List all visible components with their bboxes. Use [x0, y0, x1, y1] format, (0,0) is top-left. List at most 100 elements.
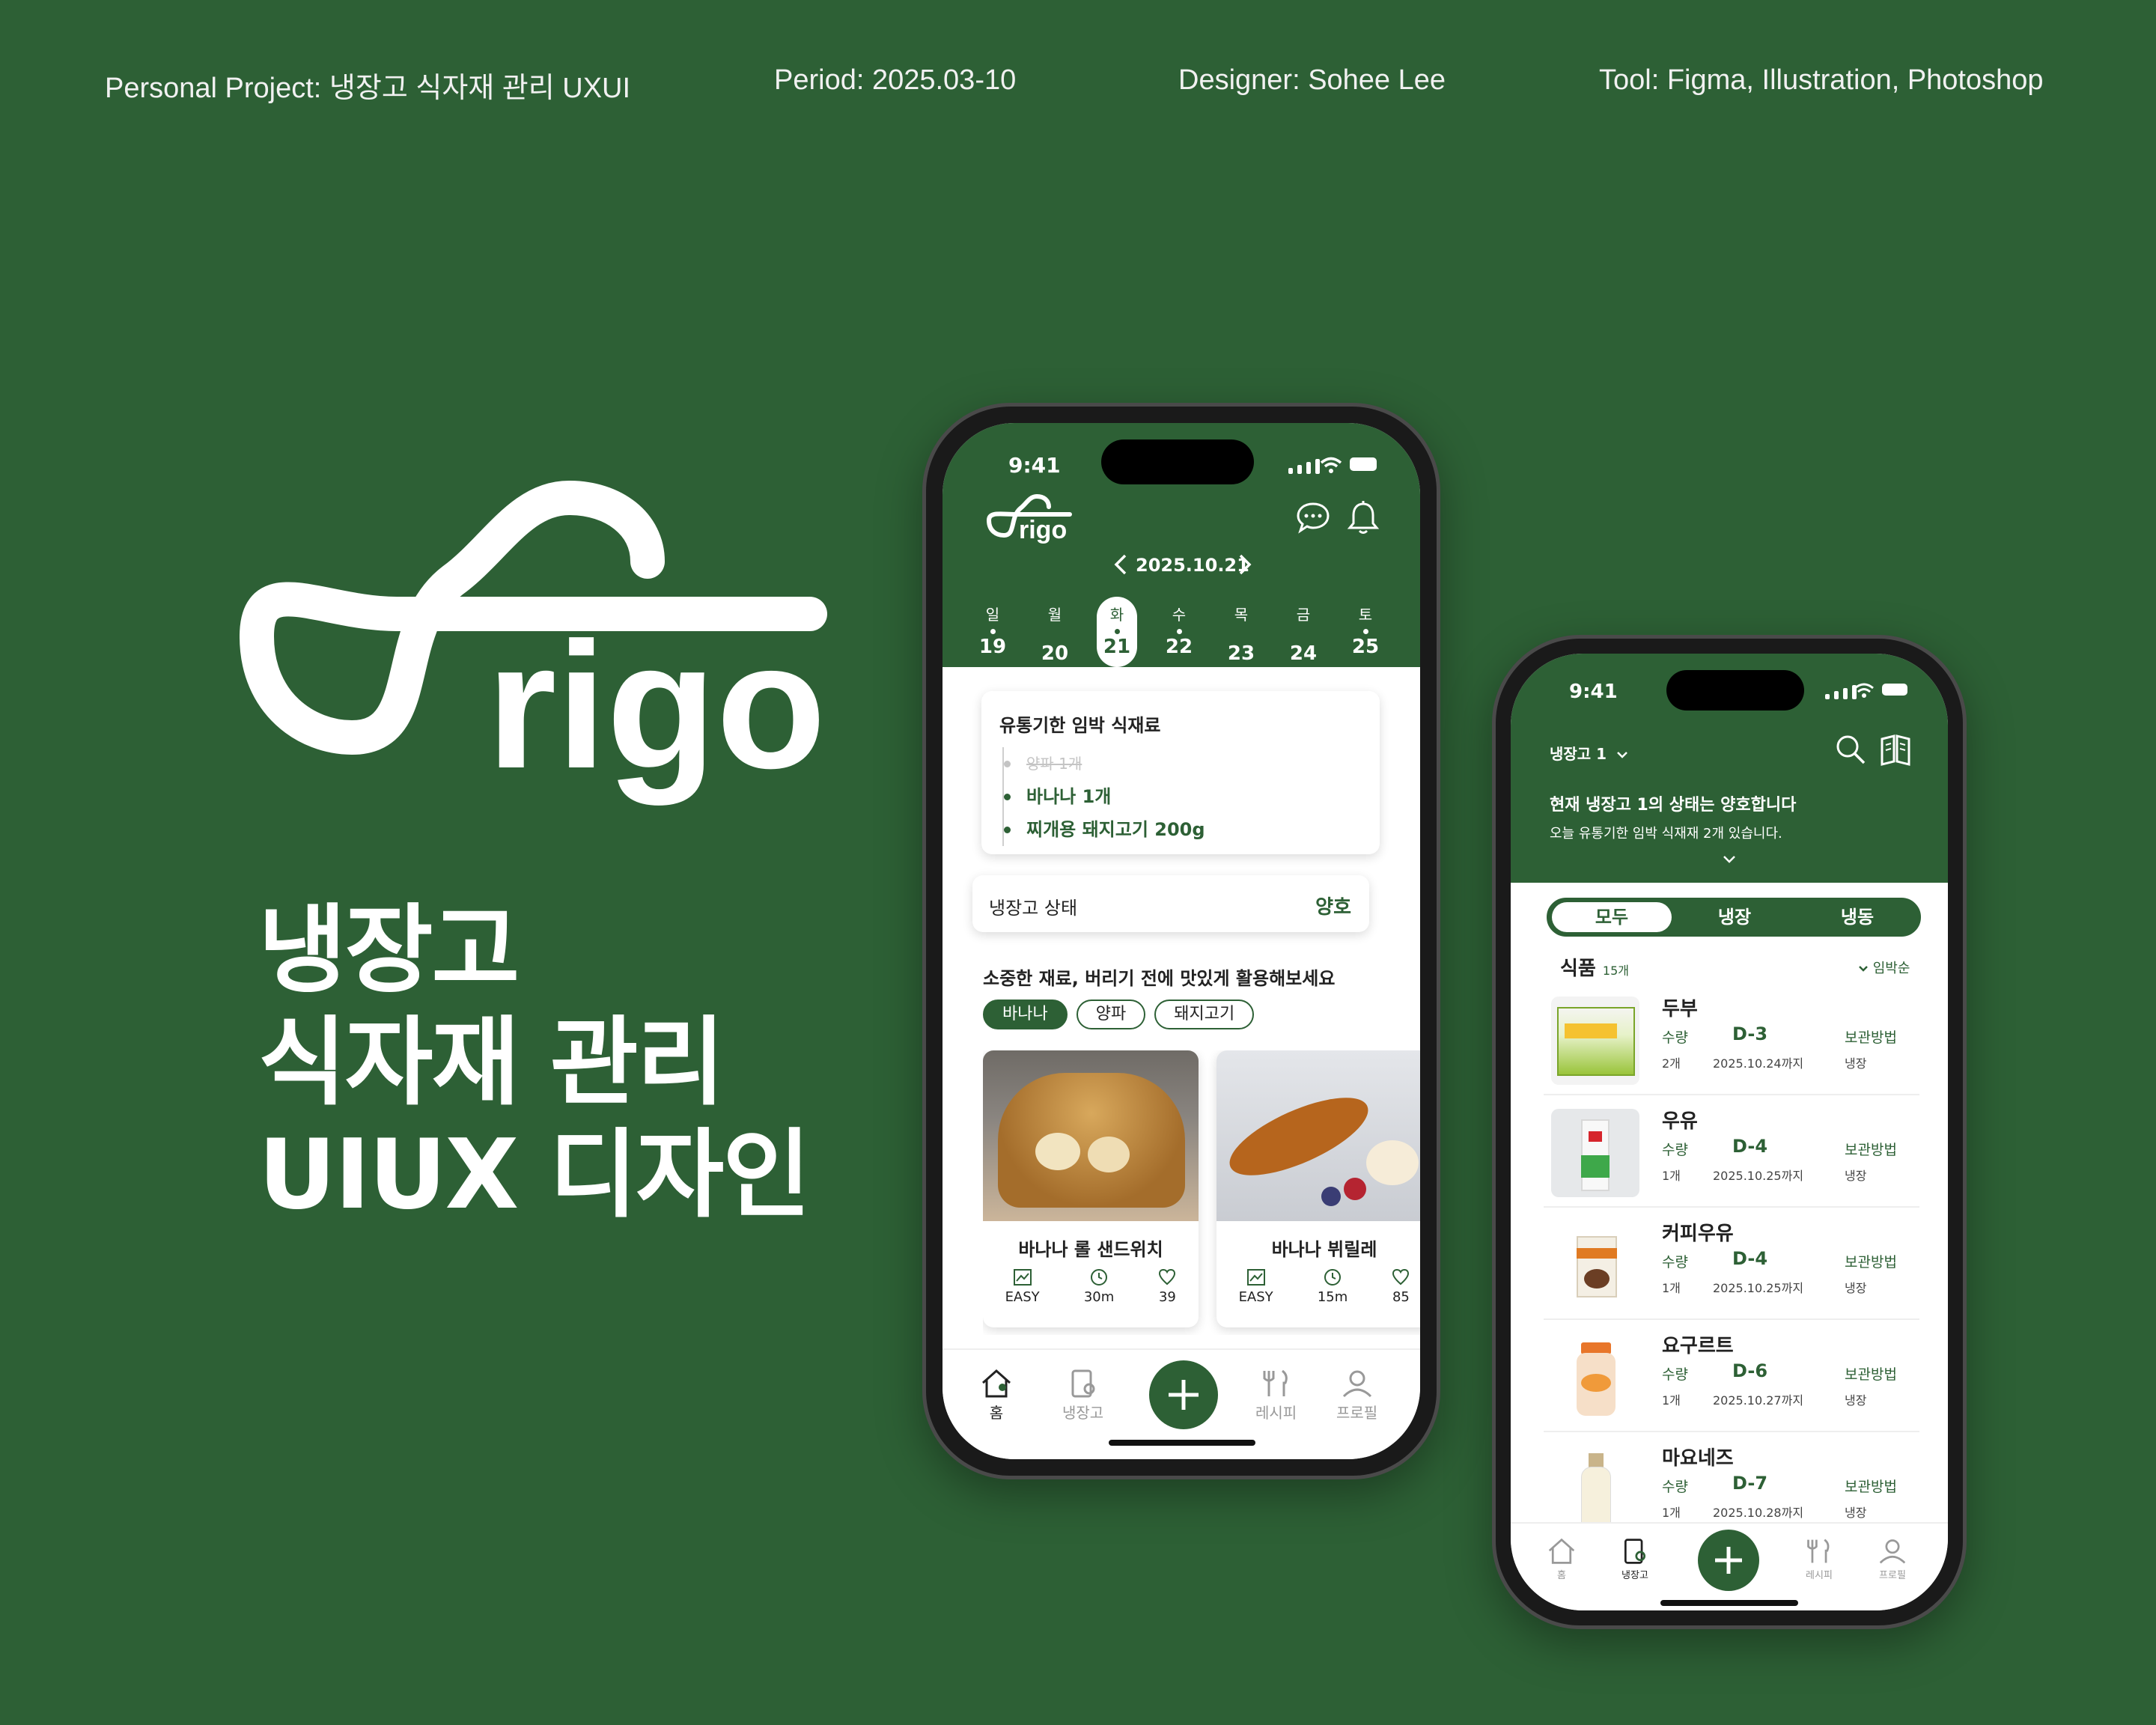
- logo-wordmark: rigo: [487, 605, 826, 806]
- tab-profile[interactable]: 프로필: [1336, 1368, 1377, 1423]
- plus-icon: [1715, 1547, 1742, 1574]
- chevron-down-icon: [1617, 752, 1627, 758]
- d-day: D-7: [1732, 1473, 1768, 1494]
- day-thu[interactable]: 목 23: [1221, 603, 1261, 665]
- tab-home[interactable]: 홈: [1547, 1537, 1577, 1581]
- recipe-title: 바나나 뷔릴레: [1271, 1239, 1377, 1260]
- recipe-section-title: 소중한 재료, 버리기 전에 맛있게 활용해보세요: [983, 968, 1336, 989]
- food-name: 커피우유: [1662, 1223, 1734, 1245]
- home-screen: 9:41 rigo 2025.10.21 일 19 월 20 화 21 수 22…: [943, 423, 1420, 1459]
- expiring-title: 유통기한 임박 식재료: [999, 715, 1161, 736]
- tab-fridge[interactable]: 냉장고: [1620, 1537, 1650, 1581]
- plus-icon: [1169, 1380, 1199, 1410]
- chip-banana[interactable]: 바나나: [983, 1000, 1068, 1029]
- difficulty-stat: EASY: [1005, 1268, 1040, 1305]
- likes-stat[interactable]: 39: [1158, 1268, 1176, 1305]
- difficulty-stat: EASY: [1239, 1268, 1273, 1305]
- segment-fridge[interactable]: 냉장: [1675, 902, 1794, 932]
- prev-date-icon[interactable]: [1113, 553, 1128, 576]
- chip-pork[interactable]: 돼지고기: [1154, 1000, 1255, 1029]
- frigo-logo: rigo: [240, 480, 827, 806]
- food-item[interactable]: 마요네즈 수량 D-7 보관방법 1개 2025.10.28까지 냉장: [1544, 1432, 1919, 1522]
- day-fri[interactable]: 금 24: [1283, 603, 1324, 665]
- food-item[interactable]: 요구르트 수량 D-6 보관방법 1개 2025.10.27까지 냉장: [1544, 1320, 1919, 1432]
- expiry-date: 2025.10.27까지: [1713, 1393, 1804, 1408]
- home-indicator: [1660, 1600, 1798, 1606]
- dynamic-island: [1666, 670, 1804, 711]
- tab-recipe[interactable]: 레시피: [1255, 1368, 1297, 1423]
- day-wed[interactable]: 수 22: [1159, 603, 1199, 658]
- tab-fridge[interactable]: 냉장고: [1062, 1368, 1103, 1423]
- add-button[interactable]: [1698, 1530, 1759, 1591]
- utensils-icon: [1263, 1369, 1288, 1396]
- chart-icon: [1246, 1269, 1265, 1286]
- food-list: 두부 수량 D-3 보관방법 2개 2025.10.24까지 냉장 우유 수량 …: [1511, 983, 1948, 1522]
- time-stat: 30m: [1084, 1268, 1114, 1305]
- utensils-icon: [1807, 1539, 1830, 1563]
- chart-icon: [1013, 1269, 1032, 1286]
- day-mon[interactable]: 월 20: [1035, 603, 1075, 665]
- segment-all[interactable]: 모두: [1552, 902, 1672, 932]
- status-time: 9:41: [1008, 453, 1061, 478]
- expiring-item: 양파 1개: [1004, 747, 1362, 780]
- recipe-card[interactable]: 바나나 롤 샌드위치 EASY 30m 39: [983, 1050, 1199, 1327]
- meta-tool: Tool: Figma, Illustration, Photoshop: [1599, 64, 2044, 96]
- d-day: D-4: [1732, 1248, 1768, 1269]
- home-icon: [1548, 1538, 1575, 1564]
- wifi-icon: [1320, 457, 1342, 473]
- day-sat[interactable]: 토 25: [1345, 603, 1386, 658]
- qty-label: 수량: [1662, 1142, 1688, 1158]
- qty-value: 1개: [1662, 1393, 1681, 1408]
- add-button[interactable]: [1149, 1360, 1218, 1429]
- food-item[interactable]: 두부 수량 D-3 보관방법 2개 2025.10.24까지 냉장: [1544, 983, 1919, 1095]
- meta-project: Personal Project: 냉장고 식자재 관리 UXUI: [105, 73, 631, 104]
- ingredient-chips: 바나나 양파 돼지고기: [983, 1000, 1263, 1029]
- qty-value: 2개: [1662, 1056, 1681, 1071]
- tab-profile[interactable]: 프로필: [1878, 1537, 1907, 1581]
- food-photo: [1551, 1446, 1639, 1522]
- chip-onion[interactable]: 양파: [1076, 1000, 1146, 1029]
- recipe-card[interactable]: 바나나 뷔릴레 EASY 15m 85: [1216, 1050, 1420, 1327]
- search-icon[interactable]: [1834, 733, 1867, 766]
- heart-icon: [1392, 1268, 1410, 1286]
- d-day: D-4: [1732, 1136, 1768, 1157]
- expiring-item: 찌개용 돼지고기 200g: [1004, 813, 1362, 846]
- tab-recipe[interactable]: 레시피: [1804, 1537, 1834, 1581]
- fridge-selector[interactable]: 냉장고 1: [1550, 742, 1628, 764]
- expiring-item: 바나나 1개: [1004, 780, 1362, 813]
- clock-icon: [1324, 1269, 1342, 1286]
- headline: 냉장고 식자재 관리 UIUX 디자인: [258, 895, 811, 1232]
- expiring-card[interactable]: 유통기한 임박 식재료 양파 1개 바나나 1개 찌개용 돼지고기 200g: [981, 691, 1380, 854]
- food-item[interactable]: 우유 수량 D-4 보관방법 1개 2025.10.25까지 냉장: [1544, 1095, 1919, 1208]
- next-date-icon[interactable]: [1237, 553, 1252, 576]
- expiry-date: 2025.10.25까지: [1713, 1169, 1804, 1183]
- svg-text:rigo: rigo: [1019, 516, 1067, 544]
- fridge-status-card[interactable]: 냉장고 상태 양호: [972, 875, 1369, 932]
- signal-icon: [1825, 685, 1857, 699]
- segment-freezer[interactable]: 냉동: [1797, 902, 1917, 932]
- expand-icon[interactable]: [1722, 854, 1737, 865]
- fridge-status-label: 냉장고 상태: [989, 898, 1078, 919]
- storage-label: 보관방법: [1845, 1029, 1897, 1046]
- food-photo: [1551, 1109, 1639, 1197]
- storage-segmented-control: 모두 냉장 냉동: [1547, 898, 1921, 937]
- qty-label: 수량: [1662, 1366, 1688, 1383]
- sort-dropdown[interactable]: 임박순: [1858, 958, 1910, 977]
- food-name: 우유: [1662, 1110, 1698, 1133]
- storage-label: 보관방법: [1845, 1254, 1897, 1271]
- app-logo: rigo: [987, 493, 1072, 544]
- fridge-screen: 9:41 냉장고 1 현재 냉장고 1의 상태는 양호합니다 오늘 유통기한 임…: [1511, 654, 1948, 1610]
- profile-icon: [1879, 1539, 1906, 1564]
- fridge-icon: [1071, 1369, 1095, 1398]
- chat-icon[interactable]: [1296, 501, 1330, 534]
- expiry-date: 2025.10.24까지: [1713, 1056, 1804, 1071]
- day-tue-selected[interactable]: 화 21: [1097, 597, 1137, 667]
- likes-stat[interactable]: 85: [1392, 1268, 1410, 1305]
- book-icon[interactable]: [1879, 733, 1912, 766]
- recipe-title: 바나나 롤 샌드위치: [1018, 1239, 1163, 1260]
- day-sun[interactable]: 일 19: [972, 603, 1013, 658]
- bell-icon[interactable]: [1347, 499, 1380, 535]
- tab-home[interactable]: 홈: [980, 1368, 1013, 1423]
- food-item[interactable]: 커피우유 수량 D-4 보관방법 1개 2025.10.25까지 냉장: [1544, 1208, 1919, 1320]
- headline-line-2: 식자재 관리: [258, 1007, 725, 1119]
